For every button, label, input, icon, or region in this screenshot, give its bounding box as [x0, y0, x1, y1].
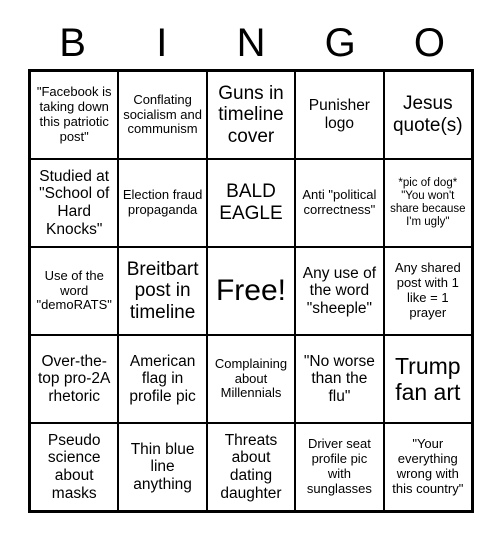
bingo-cell[interactable]: "No worse than the flu": [294, 334, 385, 424]
bingo-cell-label: Trump fan art: [394, 352, 461, 405]
bingo-cell-label: Election fraud propaganda: [122, 187, 203, 217]
bingo-header-letter-o: O: [413, 21, 445, 65]
bingo-cell[interactable]: Breitbart post in timeline: [117, 246, 208, 336]
bingo-header-letters: B I N G O: [28, 18, 474, 68]
bingo-cell-label: BALD EAGLE: [219, 181, 283, 224]
bingo-cell[interactable]: Guns in timeline cover: [205, 70, 297, 160]
bingo-cell[interactable]: Pseudo science about masks: [29, 422, 120, 512]
bingo-cell[interactable]: Thin blue line anything: [117, 422, 208, 512]
bingo-cell-label: Use of the word "demoRATS": [36, 267, 112, 313]
bingo-header-letter-g: G: [324, 21, 356, 65]
bingo-cell-label: Driver seat profile pic with sunglasses: [306, 436, 372, 496]
bingo-cell-label: Any use of the word "sheeple": [302, 264, 377, 317]
bingo-cell[interactable]: Jesus quote(s): [382, 70, 473, 160]
bingo-cell-label: "No worse than the flu": [303, 352, 375, 405]
bingo-cell[interactable]: Anti "political correctness": [294, 158, 385, 248]
bingo-cell[interactable]: Any shared post with 1 like = 1 prayer: [382, 246, 473, 336]
bingo-cell[interactable]: *pic of dog* "You won't share because I'…: [382, 158, 473, 248]
bingo-cell-label: Pseudo science about masks: [47, 431, 101, 502]
bingo-cell[interactable]: American flag in profile pic: [117, 334, 208, 424]
bingo-cell-label: Anti "political correctness": [302, 187, 377, 217]
bingo-cell-label: Jesus quote(s): [392, 93, 463, 136]
bingo-cell-label: American flag in profile pic: [129, 352, 196, 405]
bingo-cell-label: Conflating socialism and communism: [123, 91, 202, 137]
bingo-cell-label: Over-the-top pro-2A rhetoric: [38, 352, 111, 405]
bingo-cell[interactable]: Conflating socialism and communism: [117, 70, 208, 160]
bingo-cell-label: Thin blue line anything: [130, 440, 195, 493]
bingo-cell-label: Free!: [215, 273, 286, 307]
bingo-cell[interactable]: Use of the word "demoRATS": [29, 246, 120, 336]
bingo-cell[interactable]: "Facebook is taking down this patriotic …: [29, 70, 120, 160]
bingo-cell[interactable]: "Your everything wrong with this country…: [382, 422, 473, 512]
bingo-cell[interactable]: Punisher logo: [294, 70, 385, 160]
bingo-cell[interactable]: BALD EAGLE: [205, 158, 297, 248]
bingo-cell-label: *pic of dog* "You won't share because I'…: [390, 176, 466, 229]
bingo-cell-free[interactable]: Free!: [205, 246, 297, 336]
bingo-cell[interactable]: Election fraud propaganda: [117, 158, 208, 248]
bingo-cell-label: Complaining about Millennials: [214, 355, 288, 401]
bingo-cell-label: Threats about dating daughter: [220, 431, 282, 502]
bingo-cell-label: Guns in timeline cover: [218, 82, 284, 147]
bingo-cell[interactable]: Any use of the word "sheeple": [294, 246, 385, 336]
bingo-cell[interactable]: Complaining about Millennials: [205, 334, 297, 424]
bingo-cell-label: Breitbart post in timeline: [126, 258, 199, 323]
bingo-cell-label: "Facebook is taking down this patriotic …: [36, 84, 112, 144]
bingo-cell-label: "Your everything wrong with this country…: [392, 436, 464, 496]
bingo-grid: "Facebook is taking down this patriotic …: [28, 69, 474, 513]
bingo-card: B I N G O "Facebook is taking down this …: [0, 0, 501, 544]
bingo-cell-label: Any shared post with 1 like = 1 prayer: [394, 260, 461, 320]
bingo-cell[interactable]: Over-the-top pro-2A rhetoric: [29, 334, 120, 424]
bingo-header-letter-b: B: [59, 21, 86, 65]
bingo-cell-label: Studied at "School of Hard Knocks": [39, 167, 110, 238]
bingo-cell[interactable]: Driver seat profile pic with sunglasses: [294, 422, 385, 512]
bingo-cell[interactable]: Threats about dating daughter: [205, 422, 297, 512]
bingo-header-letter-n: N: [236, 21, 266, 65]
bingo-cell[interactable]: Studied at "School of Hard Knocks": [29, 158, 120, 248]
bingo-cell-label: Punisher logo: [308, 97, 370, 132]
bingo-header-letter-i: I: [156, 21, 168, 65]
bingo-cell[interactable]: Trump fan art: [382, 334, 473, 424]
